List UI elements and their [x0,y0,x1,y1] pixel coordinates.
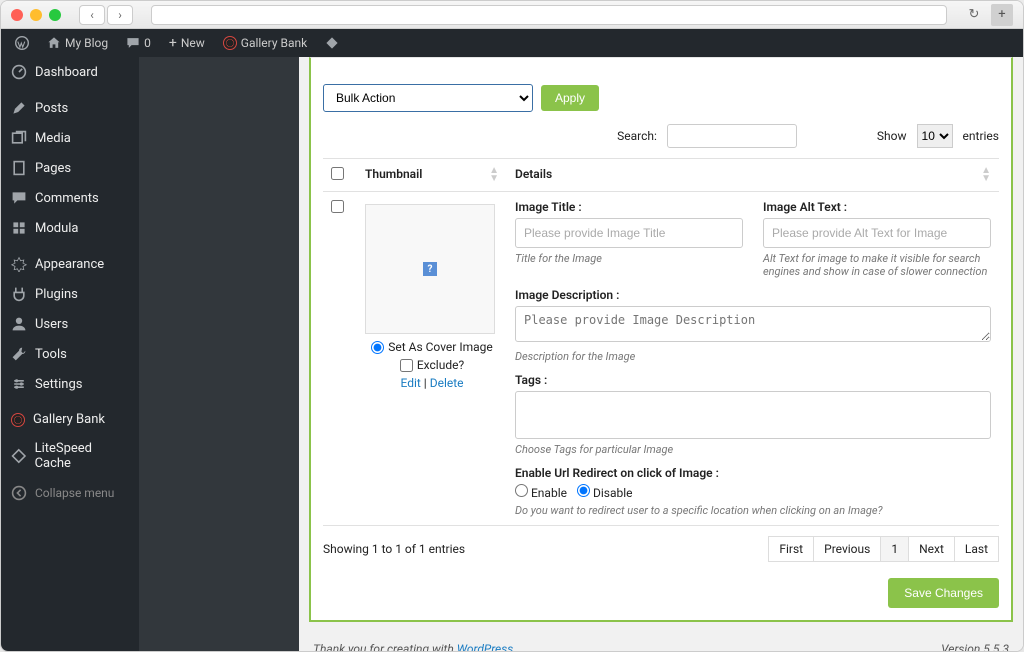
search-input[interactable] [667,124,797,148]
wp-logo[interactable] [7,29,37,57]
site-name-link[interactable]: My Blog [39,29,116,57]
sidebar-item-litespeed[interactable]: LiteSpeed Cache [1,434,139,478]
edit-link[interactable]: Edit [400,376,420,390]
tags-help: Choose Tags for particular Image [515,443,991,456]
sidebar-item-plugins[interactable]: Plugins [1,279,139,309]
table-info: Showing 1 to 1 of 1 entries [323,542,465,556]
select-all-checkbox[interactable] [331,167,344,180]
image-alt-label: Image Alt Text : [763,200,991,214]
aperture-icon [223,36,237,50]
sidebar-item-media[interactable]: Media [1,123,139,153]
browser-titlebar: ‹ › ↻ + [1,1,1023,29]
page-previous[interactable]: Previous [814,536,881,562]
gallery-bank-link[interactable]: Gallery Bank [215,29,315,57]
diamond-link[interactable] [317,29,347,57]
close-window-icon[interactable] [11,9,23,21]
redirect-label: Enable Url Redirect on click of Image : [515,466,991,480]
redirect-help: Do you want to redirect user to a specif… [515,504,991,517]
address-bar[interactable] [151,5,947,25]
image-alt-input[interactable] [763,218,991,248]
page-next[interactable]: Next [909,536,955,562]
thumbnail-preview: ? [365,204,495,334]
version-text: Version 5.5.3 [941,642,1009,651]
exclude-label: Exclude? [417,358,464,372]
aperture-icon [11,413,25,427]
save-changes-button[interactable]: Save Changes [888,578,999,608]
image-title-label: Image Title : [515,200,743,214]
page-first[interactable]: First [768,536,814,562]
sidebar-item-tools[interactable]: Tools [1,339,139,369]
sidebar-item-posts[interactable]: Posts [1,93,139,123]
new-content-link[interactable]: +New [161,29,213,57]
cover-image-label: Set As Cover Image [388,340,493,354]
sidebar-item-appearance[interactable]: Appearance [1,249,139,279]
sidebar-item-settings[interactable]: Settings [1,369,139,399]
admin-sidebar: Dashboard Posts Media Pages Comments Mod… [1,57,139,651]
row-checkbox[interactable] [331,200,344,213]
image-desc-label: Image Description : [515,288,991,302]
sidebar-item-dashboard[interactable]: Dashboard [1,57,139,87]
wordpress-link[interactable]: WordPress [457,642,514,651]
new-tab-button[interactable]: + [991,4,1013,26]
back-button[interactable]: ‹ [79,5,105,25]
apply-button[interactable]: Apply [541,85,599,111]
page-current[interactable]: 1 [881,536,909,562]
entries-label: entries [963,129,999,143]
maximize-window-icon[interactable] [49,9,61,21]
sidebar-item-modula[interactable]: Modula [1,213,139,243]
wp-admin-bar: My Blog 0 +New Gallery Bank [1,29,1023,57]
delete-link[interactable]: Delete [430,376,464,390]
disable-option[interactable]: Disable [577,484,633,500]
forward-button[interactable]: › [107,5,133,25]
show-label: Show [877,129,907,143]
tags-label: Tags : [515,373,991,387]
table-row: ? Set As Cover Image Exclude? Edit | Del… [323,192,999,526]
pagination: First Previous 1 Next Last [768,536,999,562]
column-details[interactable]: Details▲▼ [507,159,999,191]
image-title-help: Title for the Image [515,252,743,265]
sidebar-item-pages[interactable]: Pages [1,153,139,183]
tags-input[interactable] [515,391,991,439]
broken-image-icon: ? [423,262,437,276]
search-label: Search: [617,129,657,143]
cover-image-radio[interactable] [371,341,384,354]
exclude-checkbox[interactable] [400,359,413,372]
column-thumbnail[interactable]: Thumbnail▲▼ [357,159,507,191]
bulk-action-select[interactable]: Bulk Action [323,84,533,112]
entries-select[interactable]: 10 [917,124,953,148]
wp-footer: Thank you for creating with WordPress. V… [299,632,1023,651]
image-desc-input[interactable] [515,306,991,342]
image-alt-help: Alt Text for image to make it visible fo… [763,252,991,278]
window-controls [11,9,61,21]
image-desc-help: Description for the Image [515,350,991,363]
minimize-window-icon[interactable] [30,9,42,21]
content-area: Bulk Action Apply Search: Show 10 entrie… [299,57,1023,651]
sidebar-item-users[interactable]: Users [1,309,139,339]
plugin-subsidebar [139,57,299,651]
comments-link[interactable]: 0 [118,29,159,57]
enable-option[interactable]: Enable [515,484,567,500]
gallery-panel: Bulk Action Apply Search: Show 10 entrie… [309,57,1013,622]
reload-icon[interactable]: ↻ [965,6,983,24]
collapse-menu[interactable]: Collapse menu [1,478,139,508]
sidebar-item-gallery-bank[interactable]: Gallery Bank [1,405,139,434]
image-title-input[interactable] [515,218,743,248]
images-table: Thumbnail▲▼ Details▲▼ ? Set As Cover Ima… [323,158,999,526]
sidebar-item-comments[interactable]: Comments [1,183,139,213]
page-last[interactable]: Last [955,536,999,562]
